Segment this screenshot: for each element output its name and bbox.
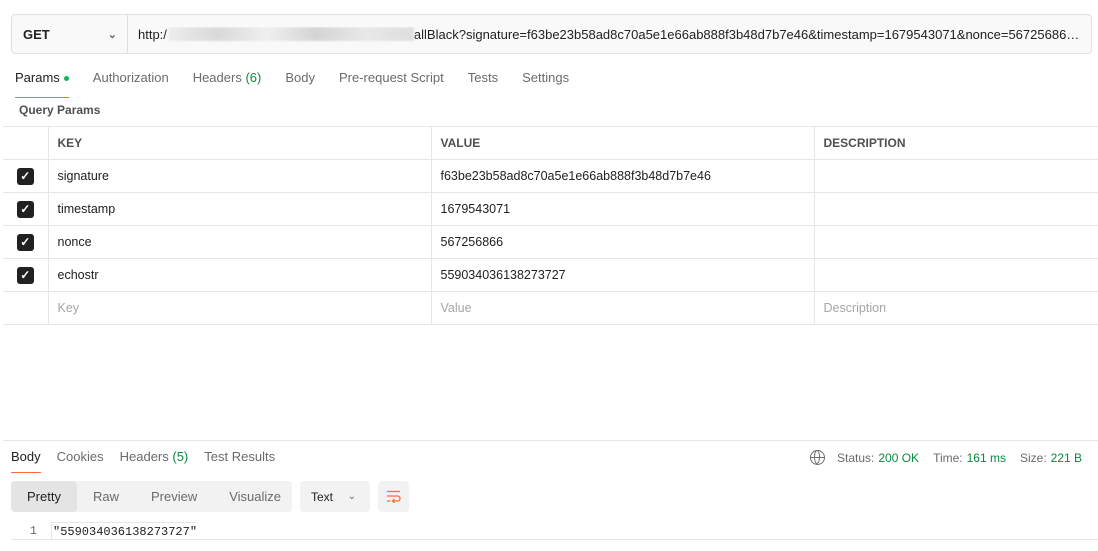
view-mode-toggle: Pretty Raw Preview Visualize	[11, 481, 292, 512]
checkbox-checked[interactable]: ✓	[16, 266, 34, 284]
table-row: ✓ echostr 559034036138273727	[3, 258, 1098, 292]
response-body-text[interactable]: "559034036138273727"	[51, 522, 198, 539]
url-bar: GET ⌄ http:/ allBlack?signature=f63be23b…	[11, 14, 1092, 54]
status-value[interactable]: 200 OK	[878, 451, 919, 465]
tab-headers[interactable]: Headers (6)	[193, 70, 262, 98]
time-value[interactable]: 161 ms	[967, 451, 1006, 465]
new-key-input[interactable]: Key	[48, 291, 432, 325]
tab-body-label: Body	[285, 70, 315, 85]
url-input[interactable]: http:/ allBlack?signature=f63be23b58ad8c…	[128, 27, 1091, 42]
description-header: DESCRIPTION	[814, 126, 1098, 160]
method-select[interactable]: GET ⌄	[12, 15, 128, 53]
table-row: ✓ timestamp 1679543071	[3, 192, 1098, 226]
param-value[interactable]: f63be23b58ad8c70a5e1e66ab888f3b48d7b7e46	[431, 159, 815, 193]
url-prefix: http:/	[138, 26, 167, 42]
param-description[interactable]	[814, 192, 1098, 226]
time-label: Time:	[933, 450, 963, 465]
row-checkbox-cell: ✓	[3, 192, 49, 226]
checkbox-checked[interactable]: ✓	[16, 200, 34, 218]
tab-settings[interactable]: Settings	[522, 70, 569, 98]
row-checkbox-cell: ✓	[3, 225, 49, 259]
request-tabs: Params Authorization Headers (6) Body Pr…	[15, 70, 569, 98]
globe-icon[interactable]	[810, 450, 825, 465]
tab-test-results[interactable]: Test Results	[204, 449, 275, 473]
view-pretty[interactable]: Pretty	[11, 481, 77, 512]
response-status: Status: 200 OK Time: 161 ms Size: 221 B …	[810, 450, 1098, 465]
param-description[interactable]	[814, 225, 1098, 259]
new-value-input[interactable]: Value	[431, 291, 815, 325]
param-key[interactable]: echostr	[48, 258, 432, 292]
query-params-table: KEY VALUE DESCRIPTION ✓ signature f63be2…	[3, 126, 1098, 325]
size-value[interactable]: 221 B	[1051, 451, 1082, 465]
tab-response-body-label: Body	[11, 449, 41, 464]
view-preview[interactable]: Preview	[135, 481, 213, 512]
key-header: KEY	[48, 126, 432, 160]
view-visualize[interactable]: Visualize	[213, 481, 297, 512]
response-tabs: Body Cookies Headers (5) Test Results	[11, 449, 275, 473]
pane-divider[interactable]	[3, 440, 1098, 441]
status-label: Status:	[837, 450, 875, 465]
tab-authorization-label: Authorization	[92, 70, 169, 85]
view-raw[interactable]: Raw	[77, 481, 135, 512]
tab-prerequest-label: Pre-request Script	[338, 70, 444, 85]
new-description-input[interactable]: Description	[814, 291, 1098, 325]
line-number: 1	[29, 524, 37, 538]
tab-params[interactable]: Params	[15, 70, 69, 98]
tab-body[interactable]: Body	[285, 70, 315, 98]
query-params-title: Query Params	[19, 103, 101, 117]
tab-test-results-label: Test Results	[204, 449, 276, 464]
redacted-url-segment	[168, 27, 414, 41]
param-key[interactable]: nonce	[48, 225, 432, 259]
tab-params-label: Params	[15, 70, 60, 85]
table-row: ✓ signature f63be23b58ad8c70a5e1e66ab888…	[3, 159, 1098, 193]
param-description[interactable]	[814, 159, 1098, 193]
wrap-lines-button[interactable]	[378, 481, 409, 512]
param-description[interactable]	[814, 258, 1098, 292]
checkbox-checked[interactable]: ✓	[16, 167, 34, 185]
param-key[interactable]: signature	[48, 159, 432, 193]
tab-response-headers-count: (5)	[172, 449, 189, 464]
tab-tests-label: Tests	[467, 70, 499, 85]
tab-prerequest-script[interactable]: Pre-request Script	[339, 70, 444, 98]
tab-headers-count: (6)	[245, 70, 262, 85]
tab-cookies[interactable]: Cookies	[57, 449, 104, 473]
row-checkbox-cell-empty	[3, 291, 49, 325]
row-checkbox-cell: ✓	[3, 159, 49, 193]
new-param-row: Key Value Description	[3, 291, 1098, 325]
tab-settings-label: Settings	[522, 70, 570, 85]
format-label: Text	[311, 489, 334, 504]
tab-response-body[interactable]: Body	[11, 449, 41, 473]
format-select[interactable]: Text ⌄	[300, 481, 370, 512]
tab-authorization[interactable]: Authorization	[93, 70, 169, 98]
tab-cookies-label: Cookies	[56, 449, 104, 464]
chevron-down-icon: ⌄	[347, 491, 356, 502]
param-key[interactable]: timestamp	[48, 192, 432, 226]
checkbox-checked[interactable]: ✓	[16, 233, 34, 251]
param-value[interactable]: 559034036138273727	[431, 258, 815, 292]
tab-tests[interactable]: Tests	[468, 70, 498, 98]
tab-response-headers-label: Headers	[119, 449, 169, 464]
tab-headers-label: Headers	[192, 70, 242, 85]
chevron-down-icon: ⌄	[107, 28, 117, 41]
row-checkbox-cell: ✓	[3, 258, 49, 292]
value-header: VALUE	[431, 126, 815, 160]
method-label: GET	[23, 26, 50, 42]
size-label: Size:	[1019, 450, 1047, 465]
table-row: ✓ nonce 567256866	[3, 225, 1098, 259]
param-value[interactable]: 1679543071	[431, 192, 815, 226]
params-active-dot	[63, 76, 69, 82]
checkbox-header	[3, 126, 49, 160]
table-header-row: KEY VALUE DESCRIPTION	[3, 126, 1098, 160]
response-body-editor[interactable]: 1 "559034036138273727"	[11, 522, 1098, 540]
url-suffix: allBlack?signature=f63be23b58ad8c70a5e1e…	[413, 26, 1080, 42]
param-value[interactable]: 567256866	[431, 225, 815, 259]
wrap-lines-icon	[387, 490, 401, 503]
tab-response-headers[interactable]: Headers (5)	[120, 449, 189, 473]
